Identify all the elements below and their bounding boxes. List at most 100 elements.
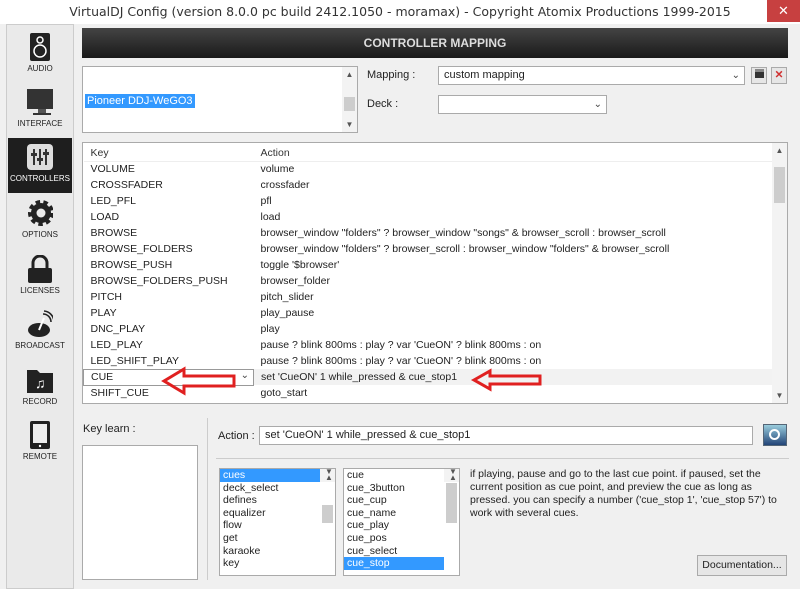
verb-description: if playing, pause and go to the last cue…: [470, 468, 777, 519]
key-cell[interactable]: LED_PFL: [84, 193, 254, 209]
sidebar-item-interface[interactable]: INTERFACE: [8, 83, 72, 138]
column-header-key[interactable]: Key: [83, 145, 254, 162]
category-list[interactable]: cues deck_select defines equalizer flow get ka…: [219, 468, 336, 576]
list-item[interactable]: karaoke: [220, 545, 320, 558]
mapping-select[interactable]: custom mapping ⌄: [438, 66, 745, 85]
key-cell[interactable]: BROWSE_PUSH: [84, 257, 254, 273]
sidebar-item-record[interactable]: ♫ RECORD: [8, 361, 72, 416]
sidebar-item-label: AUDIO: [27, 64, 53, 73]
music-folder-icon: ♫: [27, 366, 53, 394]
list-item[interactable]: cue_name: [344, 507, 444, 520]
key-cell[interactable]: LED_PLAY: [84, 337, 254, 353]
table-scrollbar[interactable]: ▲ ▼: [772, 143, 787, 403]
delete-mapping-button[interactable]: ✕: [771, 67, 787, 84]
action-cell[interactable]: browser_folder: [254, 273, 774, 289]
key-cell[interactable]: BROWSE_FOLDERS: [84, 241, 254, 257]
table-row[interactable]: BROWSE browser_window "folders" ? browser…: [84, 225, 774, 241]
list-item[interactable]: defines: [220, 494, 320, 507]
table-row[interactable]: DNC_PLAY play: [84, 321, 774, 337]
key-cell[interactable]: PLAY: [84, 305, 254, 321]
table-row[interactable]: LED_PLAY pause ? blink 800ms : play ? var…: [84, 337, 774, 353]
deck-select[interactable]: ⌄: [438, 95, 607, 114]
action-cell[interactable]: play: [254, 321, 774, 337]
sidebar-item-licenses[interactable]: LICENSES: [8, 250, 72, 305]
table-row[interactable]: LED_PFL pfl: [84, 193, 774, 209]
list-item[interactable]: flow: [220, 519, 320, 532]
table-row[interactable]: VOLUME volume: [84, 161, 774, 177]
key-cell[interactable]: CROSSFADER: [84, 177, 254, 193]
sidebar: AUDIO INTERFACE CONTROLLERS OPTIONS LICE…: [6, 24, 74, 589]
close-button[interactable]: ✕: [767, 0, 800, 22]
key-cell[interactable]: BROWSE: [84, 225, 254, 241]
key-learn-box[interactable]: [82, 445, 198, 580]
key-learn-label: Key learn :: [83, 423, 136, 435]
chevron-down-icon: ⌄: [593, 99, 602, 110]
key-cell[interactable]: DNC_PLAY: [84, 321, 254, 337]
list-item[interactable]: cue_play: [344, 519, 444, 532]
gear-icon: [27, 199, 53, 227]
list-item[interactable]: cue: [344, 469, 444, 482]
table-row[interactable]: BROWSE_PUSH toggle '$browser': [84, 257, 774, 273]
action-label: Action :: [218, 430, 255, 442]
action-cell[interactable]: toggle '$browser': [254, 257, 774, 273]
action-cell[interactable]: pitch_slider: [254, 289, 774, 305]
table-row[interactable]: CROSSFADER crossfader: [84, 177, 774, 193]
action-cell[interactable]: pfl: [254, 193, 774, 209]
action-cell[interactable]: play_pause: [254, 305, 774, 321]
search-icon: [769, 429, 780, 440]
monitor-icon: [27, 88, 53, 116]
list-item[interactable]: cue_stop: [344, 557, 444, 570]
action-panel: Action : set 'CueON' 1 while_pressed & c…: [207, 418, 789, 580]
action-cell[interactable]: pause ? blink 800ms : play ? var 'CueON'…: [254, 353, 774, 369]
list-item[interactable]: key: [220, 557, 320, 570]
device-list[interactable]: Pioneer DDJ-WeGO3 ▲ ▼: [82, 66, 358, 133]
save-button[interactable]: [751, 67, 767, 84]
documentation-button[interactable]: Documentation...: [697, 555, 787, 576]
list-item[interactable]: cues: [220, 469, 320, 482]
scrollbar[interactable]: ▲ ▼: [320, 469, 335, 523]
key-cell[interactable]: VOLUME: [84, 161, 254, 177]
sidebar-item-label: REMOTE: [22, 452, 58, 461]
chevron-down-icon[interactable]: ⌄: [241, 370, 249, 381]
action-cell[interactable]: volume: [254, 161, 774, 177]
action-cell[interactable]: pause ? blink 800ms : play ? var 'CueON'…: [254, 337, 774, 353]
key-cell[interactable]: PITCH: [84, 289, 254, 305]
key-cell[interactable]: BROWSE_FOLDERS_PUSH: [84, 273, 254, 289]
sidebar-item-controllers[interactable]: CONTROLLERS: [8, 138, 72, 193]
list-item[interactable]: equalizer: [220, 507, 320, 520]
page-title: CONTROLLER MAPPING: [82, 28, 788, 58]
search-button[interactable]: [763, 424, 787, 446]
sidebar-item-audio[interactable]: AUDIO: [8, 28, 72, 83]
table-row[interactable]: PLAY play_pause: [84, 305, 774, 321]
list-item[interactable]: cue_cup: [344, 494, 444, 507]
table-row[interactable]: PITCH pitch_slider: [84, 289, 774, 305]
speaker-icon: [27, 33, 53, 61]
device-item[interactable]: Pioneer DDJ-WeGO3: [85, 94, 195, 108]
sidebar-item-broadcast[interactable]: BROADCAST: [8, 305, 72, 360]
list-item[interactable]: cue_select: [344, 545, 444, 558]
chevron-down-icon: ⌄: [731, 70, 740, 81]
table-row[interactable]: BROWSE_FOLDERS_PUSH browser_folder: [84, 273, 774, 289]
list-item[interactable]: cue_pos: [344, 532, 444, 545]
sidebar-item-remote[interactable]: REMOTE: [8, 416, 72, 471]
table-row[interactable]: LOAD load: [84, 209, 774, 225]
scrollbar[interactable]: ▲ ▼: [444, 469, 459, 523]
action-cell[interactable]: browser_window "folders" ? browser_scrol…: [254, 241, 774, 257]
broadcast-icon: [27, 310, 53, 338]
column-header-action[interactable]: Action: [253, 145, 773, 162]
action-cell[interactable]: crossfader: [254, 177, 774, 193]
verb-list[interactable]: cue cue_3button cue_cup cue_name cue_play cue…: [343, 468, 460, 576]
window-title: VirtualDJ Config (version 8.0.0 pc build…: [0, 0, 800, 24]
list-item[interactable]: deck_select: [220, 482, 320, 495]
sidebar-item-options[interactable]: OPTIONS: [8, 194, 72, 249]
action-cell[interactable]: browser_window "folders" ? browser_windo…: [254, 225, 774, 241]
list-item[interactable]: get: [220, 532, 320, 545]
key-cell[interactable]: LOAD: [84, 209, 254, 225]
action-input[interactable]: set 'CueON' 1 while_pressed & cue_stop1: [259, 426, 753, 445]
lock-icon: [27, 255, 53, 283]
scrollbar[interactable]: ▲ ▼: [342, 67, 357, 132]
action-cell[interactable]: load: [254, 209, 774, 225]
table-row[interactable]: BROWSE_FOLDERS browser_window "folders" ?…: [84, 241, 774, 257]
list-item[interactable]: cue_3button: [344, 482, 444, 495]
mapping-table[interactable]: Key Action VOLUME volume CROSSFADER crossfad…: [82, 142, 788, 404]
